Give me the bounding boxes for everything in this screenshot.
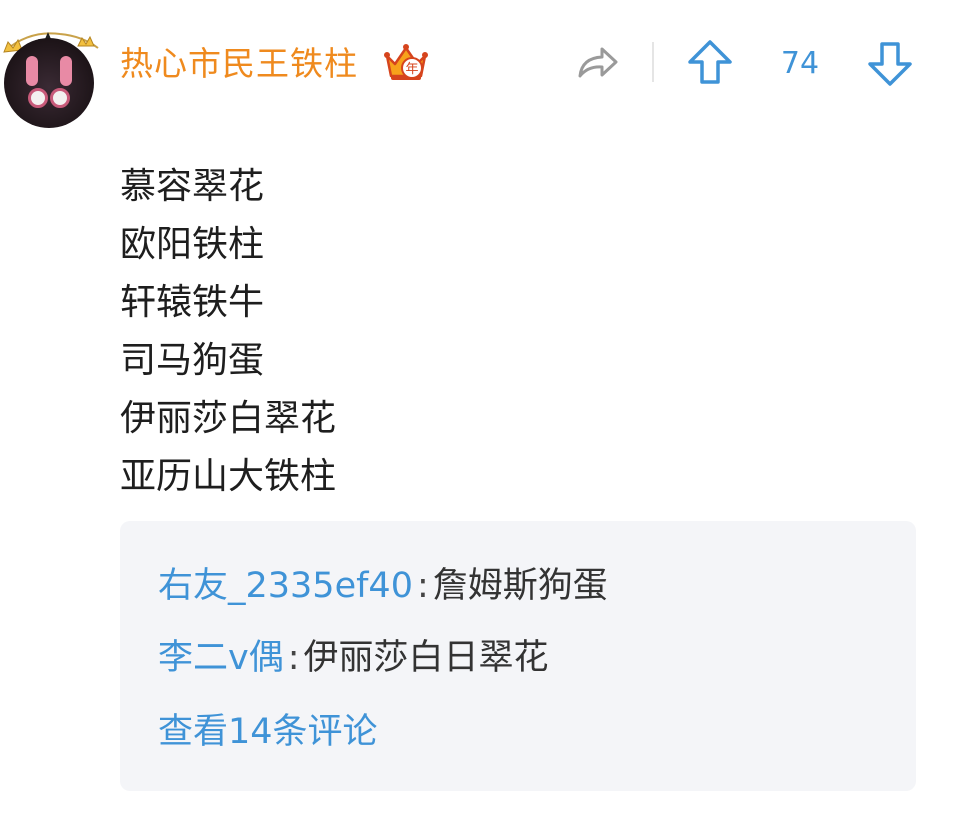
content-line: 亚历山大铁柱 [120,456,337,497]
content-line: 轩辕铁牛 [120,282,265,323]
avatar-eye-right [50,88,70,108]
avatar[interactable] [0,28,110,138]
vote-count: 74 [780,46,820,81]
username[interactable]: 热心市民王铁柱 [120,40,358,88]
content-line: 司马狗蛋 [120,340,265,381]
reply-preview-box[interactable]: 右友_2335ef40: 詹姆斯狗蛋 李二v偶: 伊丽莎白日翠花 查看14条评论 [120,521,916,791]
avatar-image [4,38,94,128]
header-divider [652,42,654,82]
content-line: 慕容翠花 [120,166,265,207]
avatar-ear-right [60,56,72,86]
arrow-down-icon[interactable] [866,38,914,88]
view-all-comments-link[interactable]: 查看14条评论 [158,707,378,757]
reply-separator: : [416,566,429,606]
vip-badge-label: 年 [405,62,418,77]
reply-author[interactable]: 李二v偶 [158,638,284,678]
post-header: 热心市民王铁柱 年 74 [0,0,960,140]
avatar-ear-left [26,56,38,86]
reply-text: 伊丽莎白日翠花 [303,638,549,678]
reply-item[interactable]: 李二v偶: 伊丽莎白日翠花 [158,633,549,683]
reply-item[interactable]: 右友_2335ef40: 詹姆斯狗蛋 [158,561,608,611]
reply-author[interactable]: 右友_2335ef40 [158,566,413,606]
arrow-up-icon[interactable] [686,38,734,88]
reply-separator: : [287,638,300,678]
content-line: 伊丽莎白翠花 [120,398,337,439]
share-icon[interactable] [572,40,622,86]
content-line: 欧阳铁柱 [120,224,265,265]
reply-text: 詹姆斯狗蛋 [432,566,608,606]
post-content: 慕容翠花 欧阳铁柱 轩辕铁牛 司马狗蛋 伊丽莎白翠花 亚历山大铁柱 [120,158,336,506]
vip-crown-badge-icon[interactable]: 年 [383,42,429,84]
avatar-eye-left [28,88,48,108]
